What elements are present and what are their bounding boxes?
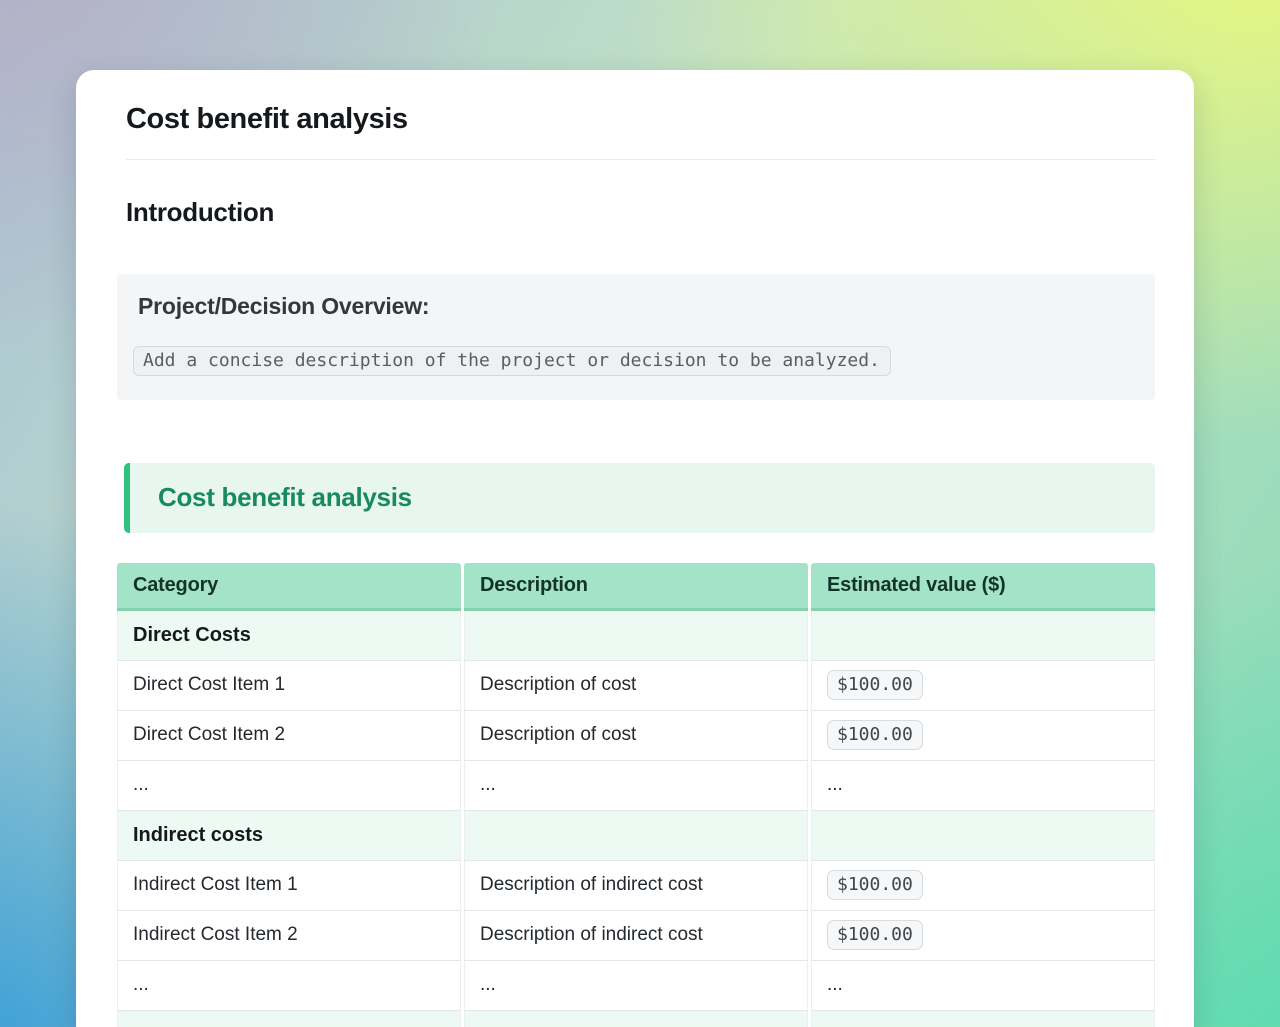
cell-value[interactable] [811, 611, 1155, 661]
cost-benefit-table: CategoryDescriptionEstimated value ($) D… [117, 563, 1155, 1027]
overview-panel-heading: Project/Decision Overview: [138, 293, 1134, 321]
cell-value[interactable]: ... [811, 761, 1155, 811]
cell-description[interactable]: Description of indirect cost [464, 861, 808, 911]
page-title: Cost benefit analysis [126, 102, 1154, 137]
cell-value[interactable]: $100.00 [811, 661, 1155, 711]
cost-benefit-callout: Cost benefit analysis [124, 463, 1155, 533]
cell-category[interactable]: Direct Cost Item 2 [117, 711, 461, 761]
column-header-description: Description [464, 563, 808, 611]
cell-value[interactable] [811, 811, 1155, 861]
table-body: Direct CostsDirect Cost Item 1Descriptio… [117, 611, 1155, 1027]
table-row: Direct Costs [117, 611, 1155, 661]
cell-description[interactable] [464, 611, 808, 661]
cell-description[interactable] [464, 1011, 808, 1027]
cell-category[interactable]: ... [117, 961, 461, 1011]
value-chip[interactable]: $100.00 [827, 870, 923, 900]
table-row: Direct Cost Item 2Description of cost $10… [117, 711, 1155, 761]
table-row: ......... [117, 761, 1155, 811]
introduction-heading: Introduction [126, 197, 1154, 228]
table-row [117, 1011, 1155, 1027]
value-chip[interactable]: $100.00 [827, 720, 923, 750]
column-header-estimated-value: Estimated value ($) [811, 563, 1155, 611]
cell-description[interactable]: Description of cost [464, 711, 808, 761]
cell-category[interactable]: Indirect Cost Item 2 [117, 911, 461, 961]
cell-category[interactable] [117, 1011, 461, 1027]
value-chip[interactable]: $100.00 [827, 670, 923, 700]
table-row: Indirect Cost Item 1Description of indir… [117, 861, 1155, 911]
cell-value[interactable]: ... [811, 961, 1155, 1011]
cell-value[interactable]: $100.00 [811, 711, 1155, 761]
table-row: Indirect costs [117, 811, 1155, 861]
cell-category[interactable]: ... [117, 761, 461, 811]
cell-category[interactable]: Direct Cost Item 1 [117, 661, 461, 711]
table-row: Direct Cost Item 1Description of cost $10… [117, 661, 1155, 711]
table-header-row: CategoryDescriptionEstimated value ($) [117, 563, 1155, 611]
table-row: Indirect Cost Item 2Description of indir… [117, 911, 1155, 961]
overview-placeholder-input[interactable]: Add a concise description of the project… [133, 346, 891, 376]
callout-title: Cost benefit analysis [158, 482, 412, 513]
cell-value[interactable] [811, 1011, 1155, 1027]
title-divider [126, 159, 1155, 160]
value-chip[interactable]: $100.00 [827, 920, 923, 950]
column-header-category: Category [117, 563, 461, 611]
cell-category[interactable]: Direct Costs [117, 611, 461, 661]
cell-value[interactable]: $100.00 [811, 861, 1155, 911]
document-card: Cost benefit analysis Introduction Proje… [76, 70, 1194, 1027]
cell-description[interactable]: Description of indirect cost [464, 911, 808, 961]
table-row: ......... [117, 961, 1155, 1011]
cell-description[interactable]: Description of cost [464, 661, 808, 711]
overview-panel: Project/Decision Overview: Add a concise… [117, 274, 1155, 400]
cell-description[interactable]: ... [464, 961, 808, 1011]
cell-description[interactable]: ... [464, 761, 808, 811]
cell-category[interactable]: Indirect Cost Item 1 [117, 861, 461, 911]
cell-description[interactable] [464, 811, 808, 861]
cell-value[interactable]: $100.00 [811, 911, 1155, 961]
cell-category[interactable]: Indirect costs [117, 811, 461, 861]
